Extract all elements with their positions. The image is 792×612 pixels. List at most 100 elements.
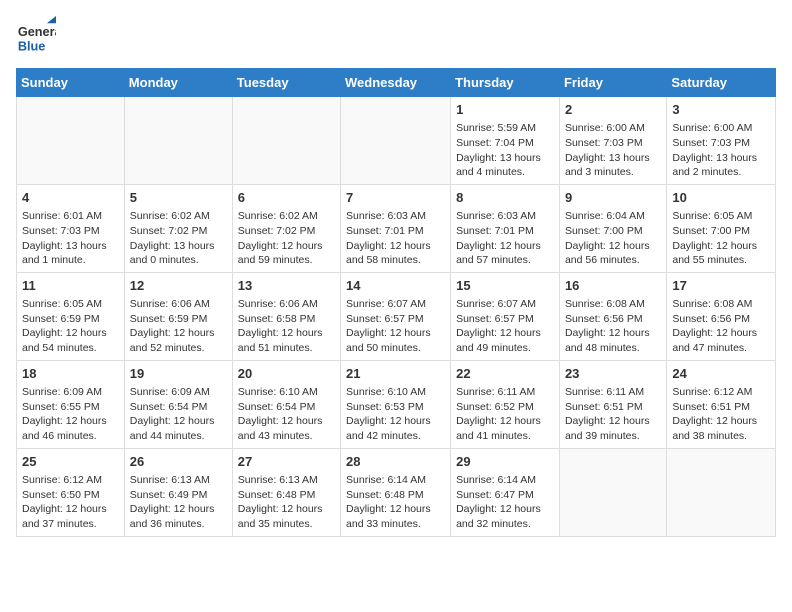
day-info-text: Sunrise: 6:03 AM [346, 209, 445, 224]
day-number: 28 [346, 453, 445, 471]
day-number: 13 [238, 277, 335, 295]
day-cell: 26Sunrise: 6:13 AMSunset: 6:49 PMDayligh… [124, 448, 232, 536]
day-info-text: Sunrise: 6:03 AM [456, 209, 554, 224]
day-cell: 27 Sunrise: 6:13 AMSunset: 6:48 PMDayligh… [232, 448, 340, 536]
day-cell: 19Sunrise: 6:09 AMSunset: 6:54 PMDayligh… [124, 360, 232, 448]
day-cell: 12Sunrise: 6:06 AMSunset: 6:59 PMDayligh… [124, 272, 232, 360]
day-number: 20 [238, 365, 335, 383]
day-cell: 8Sunrise: 6:03 AMSunset: 7:01 PMDaylight… [451, 184, 560, 272]
day-number: 6 [238, 189, 335, 207]
day-cell: 29Sunrise: 6:14 AMSunset: 6:47 PMDayligh… [451, 448, 560, 536]
day-number: 26 [130, 453, 227, 471]
day-info-text: Sunset: 6:51 PM [565, 400, 661, 415]
day-info-text: Sunrise: 6:10 AM [346, 385, 445, 400]
day-info-text: Sunrise: 6:07 AM [346, 297, 445, 312]
day-number: 12 [130, 277, 227, 295]
day-info-text: Sunrise: 6:14 AM [456, 473, 554, 488]
day-info-text: Daylight: 12 hours and 49 minutes. [456, 326, 554, 355]
day-info-text: Sunset: 6:54 PM [130, 400, 227, 415]
weekday-header-wednesday: Wednesday [341, 69, 451, 97]
day-number: 24 [672, 365, 770, 383]
day-info-text: Sunset: 6:48 PM [346, 488, 445, 503]
day-info-text: Sunset: 6:56 PM [565, 312, 661, 327]
day-number: 19 [130, 365, 227, 383]
weekday-header-thursday: Thursday [451, 69, 560, 97]
svg-text:Blue: Blue [18, 39, 46, 54]
day-info-text: Sunrise: 6:08 AM [672, 297, 770, 312]
day-number: 9 [565, 189, 661, 207]
day-cell: 5Sunrise: 6:02 AMSunset: 7:02 PMDaylight… [124, 184, 232, 272]
day-info-text: Sunset: 6:56 PM [672, 312, 770, 327]
day-cell [232, 97, 340, 185]
day-info-text: Sunset: 6:54 PM [238, 400, 335, 415]
day-cell: 4Sunrise: 6:01 AMSunset: 7:03 PMDaylight… [17, 184, 125, 272]
week-row-1: 1Sunrise: 5:59 AMSunset: 7:04 PMDaylight… [17, 97, 776, 185]
day-cell: 10 Sunrise: 6:05 AMSunset: 7:00 PMDayligh… [667, 184, 776, 272]
day-number: 10 [672, 189, 770, 207]
weekday-header-sunday: Sunday [17, 69, 125, 97]
day-info-text: Daylight: 13 hours and 2 minutes. [672, 151, 770, 180]
day-number: 5 [130, 189, 227, 207]
day-number: 8 [456, 189, 554, 207]
day-info-text: Sunset: 6:47 PM [456, 488, 554, 503]
day-info-text: Sunrise: 6:05 AM [22, 297, 119, 312]
day-number: 27 [238, 453, 335, 471]
day-info-text: Sunrise: 6:11 AM [456, 385, 554, 400]
day-info-text: Daylight: 12 hours and 41 minutes. [456, 414, 554, 443]
svg-text:General: General [18, 24, 56, 39]
day-info-text: Daylight: 12 hours and 50 minutes. [346, 326, 445, 355]
week-row-2: 4Sunrise: 6:01 AMSunset: 7:03 PMDaylight… [17, 184, 776, 272]
day-cell: 9Sunrise: 6:04 AMSunset: 7:00 PMDaylight… [559, 184, 666, 272]
day-info-text: Daylight: 12 hours and 37 minutes. [22, 502, 119, 531]
day-info-text: Daylight: 12 hours and 42 minutes. [346, 414, 445, 443]
day-number: 3 [672, 101, 770, 119]
day-cell: 22Sunrise: 6:11 AMSunset: 6:52 PMDayligh… [451, 360, 560, 448]
day-cell: 25Sunrise: 6:12 AMSunset: 6:50 PMDayligh… [17, 448, 125, 536]
day-number: 14 [346, 277, 445, 295]
day-info-text: Sunrise: 6:00 AM [565, 121, 661, 136]
day-info-text: Daylight: 13 hours and 4 minutes. [456, 151, 554, 180]
day-cell: 2Sunrise: 6:00 AMSunset: 7:03 PMDaylight… [559, 97, 666, 185]
day-info-text: Sunset: 6:57 PM [456, 312, 554, 327]
day-cell: 6Sunrise: 6:02 AMSunset: 7:02 PMDaylight… [232, 184, 340, 272]
day-info-text: Sunset: 7:00 PM [672, 224, 770, 239]
day-info-text: Sunset: 7:03 PM [565, 136, 661, 151]
page-header: General Blue [16, 16, 776, 56]
day-info-text: Sunset: 7:01 PM [346, 224, 445, 239]
day-info-text: Sunset: 6:48 PM [238, 488, 335, 503]
day-info-text: Sunset: 6:49 PM [130, 488, 227, 503]
day-info-text: Sunrise: 6:02 AM [238, 209, 335, 224]
day-info-text: Daylight: 12 hours and 32 minutes. [456, 502, 554, 531]
weekday-header-tuesday: Tuesday [232, 69, 340, 97]
day-info-text: Daylight: 12 hours and 55 minutes. [672, 239, 770, 268]
weekday-header-friday: Friday [559, 69, 666, 97]
day-info-text: Sunset: 6:59 PM [130, 312, 227, 327]
day-info-text: Daylight: 12 hours and 36 minutes. [130, 502, 227, 531]
day-cell: 3Sunrise: 6:00 AMSunset: 7:03 PMDaylight… [667, 97, 776, 185]
day-info-text: Daylight: 12 hours and 35 minutes. [238, 502, 335, 531]
day-info-text: Sunset: 7:01 PM [456, 224, 554, 239]
day-info-text: Sunrise: 6:13 AM [238, 473, 335, 488]
day-info-text: Sunset: 7:02 PM [130, 224, 227, 239]
day-info-text: Sunset: 6:53 PM [346, 400, 445, 415]
day-cell: 13Sunrise: 6:06 AMSunset: 6:58 PMDayligh… [232, 272, 340, 360]
day-info-text: Daylight: 13 hours and 0 minutes. [130, 239, 227, 268]
day-cell: 21 Sunrise: 6:10 AMSunset: 6:53 PMDayligh… [341, 360, 451, 448]
day-number: 16 [565, 277, 661, 295]
day-info-text: Sunset: 6:59 PM [22, 312, 119, 327]
day-info-text: Daylight: 12 hours and 52 minutes. [130, 326, 227, 355]
logo: General Blue [16, 16, 60, 56]
day-number: 2 [565, 101, 661, 119]
day-info-text: Sunset: 7:03 PM [672, 136, 770, 151]
day-number: 4 [22, 189, 119, 207]
day-cell: 14Sunrise: 6:07 AMSunset: 6:57 PMDayligh… [341, 272, 451, 360]
day-info-text: Daylight: 12 hours and 54 minutes. [22, 326, 119, 355]
day-info-text: Sunrise: 6:05 AM [672, 209, 770, 224]
day-info-text: Sunrise: 6:14 AM [346, 473, 445, 488]
day-info-text: Daylight: 13 hours and 1 minute. [22, 239, 119, 268]
day-info-text: Sunrise: 6:12 AM [22, 473, 119, 488]
calendar-header-row: SundayMondayTuesdayWednesdayThursdayFrid… [17, 69, 776, 97]
day-cell [17, 97, 125, 185]
day-cell: 20Sunrise: 6:10 AMSunset: 6:54 PMDayligh… [232, 360, 340, 448]
day-number: 21 [346, 365, 445, 383]
